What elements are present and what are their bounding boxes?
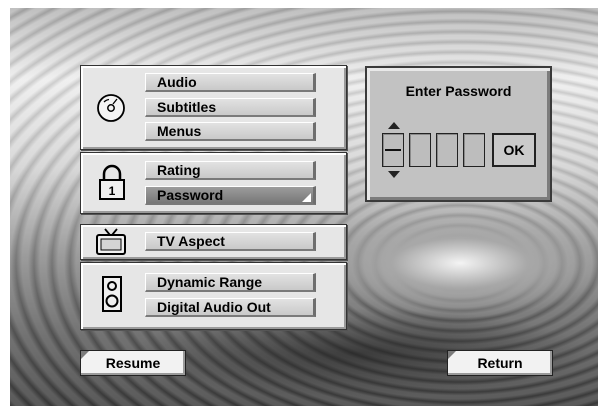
menu-item-menus[interactable]: Menus — [145, 122, 316, 141]
corner-notch-icon — [448, 351, 456, 359]
resume-button[interactable]: Resume — [80, 350, 186, 376]
menu-group-tv: TV Aspect — [80, 224, 347, 260]
menu-item-subtitles[interactable]: Subtitles — [145, 98, 316, 117]
corner-notch-icon — [81, 351, 89, 359]
password-digit-4[interactable] — [463, 133, 485, 167]
menu-group-speaker: Dynamic Range Digital Audio Out — [80, 262, 347, 330]
tv-icon — [96, 228, 126, 255]
menu-item-tv-aspect[interactable]: TV Aspect — [145, 232, 316, 251]
password-dialog-title: Enter Password — [405, 83, 512, 99]
spin-down-icon[interactable] — [388, 171, 400, 178]
return-button-label: Return — [477, 355, 523, 371]
menu-group-padlock: 1 Rating Password — [80, 152, 347, 214]
spin-up-icon[interactable] — [388, 122, 400, 129]
password-digit-3[interactable] — [436, 133, 458, 167]
menu-item-password-label: Password — [157, 187, 224, 203]
resume-button-label: Resume — [105, 355, 161, 371]
speaker-icon — [102, 276, 122, 312]
menu-item-dynamic-range[interactable]: Dynamic Range — [145, 273, 316, 292]
padlock-icon: 1 — [99, 164, 125, 200]
menu-item-audio[interactable]: Audio — [145, 73, 316, 92]
password-dialog: Enter Password OK — [365, 66, 552, 202]
menu-item-password[interactable]: Password — [145, 186, 316, 205]
password-digit-2[interactable] — [409, 133, 431, 167]
svg-text:1: 1 — [109, 184, 116, 198]
menu-item-rating[interactable]: Rating — [145, 161, 316, 180]
setup-screen: Audio Subtitles Menus 1 Rating Password … — [10, 8, 598, 406]
disc-icon — [97, 94, 125, 122]
password-digit-1[interactable] — [382, 133, 404, 167]
selection-arrow-icon — [302, 193, 311, 202]
return-button[interactable]: Return — [447, 350, 553, 376]
menu-group-disc: Audio Subtitles Menus — [80, 65, 347, 150]
menu-item-digital-audio-out[interactable]: Digital Audio Out — [145, 298, 316, 317]
ok-button[interactable]: OK — [492, 133, 536, 167]
